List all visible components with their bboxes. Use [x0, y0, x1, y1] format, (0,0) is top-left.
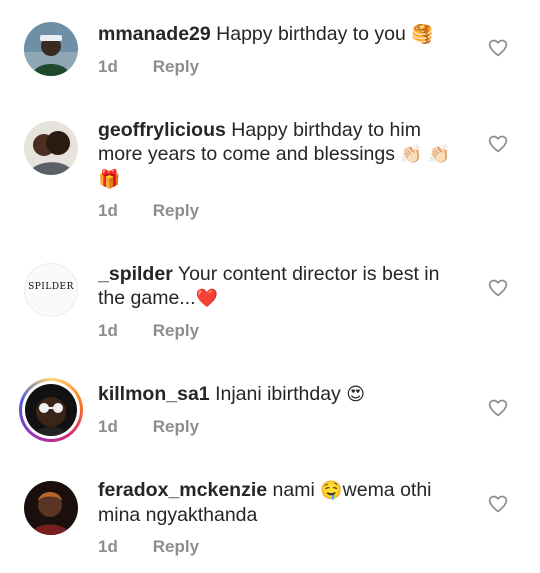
comment-username[interactable]: mmanade29 — [98, 23, 211, 45]
story-avatar[interactable] — [19, 378, 83, 442]
red-heart-emoji: ❤️ — [195, 288, 218, 309]
comment-meta: 1d Reply — [98, 57, 199, 77]
pancakes-emoji: 🥞 — [411, 24, 434, 45]
spilder-logo: SPILDER — [28, 282, 74, 292]
reply-button[interactable]: Reply — [153, 417, 199, 436]
heart-outline-icon — [488, 135, 508, 153]
like-button[interactable] — [488, 38, 508, 58]
avatar[interactable] — [24, 481, 78, 535]
heart-outline-icon — [488, 495, 508, 513]
avatar[interactable] — [24, 22, 78, 76]
comment-time: 1d — [98, 201, 118, 220]
comment-username[interactable]: _spilder — [98, 263, 173, 285]
reply-button[interactable]: Reply — [153, 537, 199, 556]
reply-button[interactable]: Reply — [153, 201, 199, 220]
comment-text: geoffrylicious Happy birthday to him mor… — [98, 118, 470, 192]
comment-text: killmon_sa1 Injani ibirthday 😍 — [98, 382, 470, 407]
comment-text: feradox_mckenzie nami 🤤wema othi mina ng… — [98, 478, 470, 527]
avatar[interactable] — [24, 121, 78, 175]
heart-eyes-emoji: 😍 — [346, 384, 365, 405]
comment-time: 1d — [98, 57, 118, 76]
comment-text: mmanade29 Happy birthday to you 🥞 — [98, 22, 470, 47]
comment-meta: 1d Reply — [98, 417, 199, 437]
comment-body: Injani ibirthday — [215, 383, 341, 405]
comment-username[interactable]: feradox_mckenzie — [98, 479, 267, 501]
like-button[interactable] — [488, 134, 508, 154]
like-button[interactable] — [488, 398, 508, 418]
comment-meta: 1d Reply — [98, 321, 199, 341]
like-button[interactable] — [488, 494, 508, 514]
heart-outline-icon — [488, 279, 508, 297]
comment-time: 1d — [98, 417, 118, 436]
comment-body: Happy birthday to you — [216, 23, 406, 45]
reply-button[interactable]: Reply — [153, 321, 199, 340]
heart-outline-icon — [488, 399, 508, 417]
comment-username[interactable]: killmon_sa1 — [98, 383, 210, 405]
comment-meta: 1d Reply — [98, 537, 199, 557]
reply-button[interactable]: Reply — [153, 57, 199, 76]
comment-text: _spilder Your content director is best i… — [98, 262, 470, 311]
comment-username[interactable]: geoffrylicious — [98, 119, 226, 141]
heart-outline-icon — [488, 39, 508, 57]
comment-time: 1d — [98, 321, 118, 340]
avatar[interactable]: SPILDER — [24, 263, 78, 317]
comment-meta: 1d Reply — [98, 201, 199, 221]
like-button[interactable] — [488, 278, 508, 298]
comment-body-start: nami — [272, 479, 315, 501]
avatar — [25, 384, 77, 436]
clapping-emoji: 👏🏻 — [400, 144, 423, 165]
drooling-emoji: 🤤 — [320, 480, 343, 501]
comment-time: 1d — [98, 537, 118, 556]
avatar-ring-inner — [22, 381, 80, 439]
